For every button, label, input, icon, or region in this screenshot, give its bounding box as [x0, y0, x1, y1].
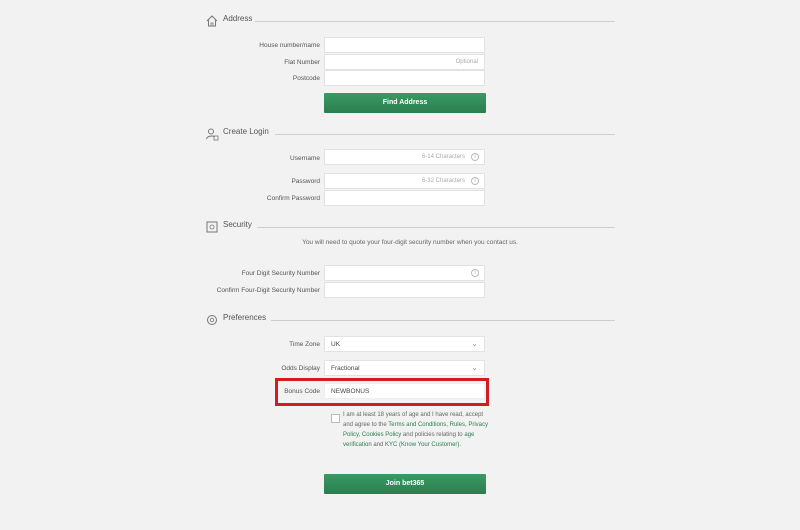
time-zone-label: Time Zone — [289, 341, 320, 348]
divider — [275, 134, 615, 135]
username-placeholder: 6-14 Characters — [421, 154, 465, 160]
find-address-button[interactable]: Find Address — [324, 93, 486, 113]
terms-link[interactable]: Terms and Conditions — [388, 422, 446, 428]
bonus-code-value: NEWBONUS — [331, 388, 370, 395]
confirm-security-number-label: Confirm Four-Digit Security Number — [216, 287, 320, 294]
postcode-label: Postcode — [292, 75, 320, 82]
username-input[interactable]: 6-14 Characters i — [324, 149, 485, 165]
divider — [257, 227, 615, 228]
divider — [255, 21, 615, 22]
odds-display-label: Odds Display — [281, 365, 320, 372]
password-input[interactable]: 6-32 Characters i — [324, 173, 485, 189]
house-number-input[interactable] — [324, 37, 485, 53]
password-placeholder: 6-32 Characters — [421, 178, 465, 184]
security-section-header: Security — [205, 219, 615, 237]
time-zone-select[interactable]: UK ⌄ — [324, 336, 485, 352]
security-note: You will need to quote your four-digit s… — [302, 239, 518, 246]
chevron-down-icon[interactable]: ⌄ — [471, 363, 478, 372]
terms-checkbox[interactable] — [331, 414, 340, 423]
kyc-link[interactable]: KYC (Know Your Customer) — [385, 442, 459, 448]
bonus-code-label: Bonus Code — [284, 388, 320, 395]
login-title: Create Login — [223, 127, 269, 136]
terms-and: and — [371, 442, 386, 448]
odds-display-select[interactable]: Fractional ⌄ — [324, 360, 485, 376]
terms-middle: and policies relating to — [401, 432, 465, 438]
divider — [271, 320, 615, 321]
bonus-code-input[interactable]: NEWBONUS — [324, 383, 485, 399]
house-icon — [206, 15, 218, 27]
flat-number-input[interactable]: Optional — [324, 54, 485, 70]
security-title: Security — [223, 220, 252, 229]
time-zone-value: UK — [331, 341, 341, 348]
user-lock-icon — [206, 128, 219, 141]
info-icon[interactable]: i — [471, 177, 479, 185]
security-number-input[interactable]: i — [324, 265, 485, 281]
preferences-section-header: Preferences — [205, 312, 615, 330]
gear-icon — [207, 315, 217, 325]
info-icon[interactable]: i — [471, 269, 479, 277]
join-button[interactable]: Join bet365 — [324, 474, 486, 494]
terms-text: I am at least 18 years of age and I have… — [343, 410, 493, 450]
postcode-input[interactable] — [324, 70, 485, 86]
confirm-password-label: Confirm Password — [266, 195, 320, 202]
login-section-header: Create Login — [205, 126, 615, 144]
info-icon[interactable]: i — [471, 153, 479, 161]
address-section-header: Address — [205, 13, 615, 31]
flat-number-placeholder: Optional — [455, 59, 478, 65]
confirm-security-number-input[interactable] — [324, 282, 485, 298]
address-title: Address — [223, 14, 253, 23]
house-number-label: House number/name — [259, 42, 320, 49]
odds-display-value: Fractional — [331, 365, 360, 372]
preferences-title: Preferences — [223, 313, 267, 322]
terms-end: . — [459, 442, 462, 448]
rules-link[interactable]: Rules — [450, 422, 465, 428]
security-number-label: Four Digit Security Number — [241, 270, 320, 277]
username-label: Username — [290, 155, 320, 162]
flat-number-label: Flat Number — [284, 59, 320, 66]
safe-icon — [206, 221, 218, 233]
password-label: Password — [291, 178, 320, 185]
confirm-password-input[interactable] — [324, 190, 485, 206]
chevron-down-icon[interactable]: ⌄ — [471, 339, 478, 348]
cookies-policy-link[interactable]: Cookies Policy — [362, 432, 401, 438]
